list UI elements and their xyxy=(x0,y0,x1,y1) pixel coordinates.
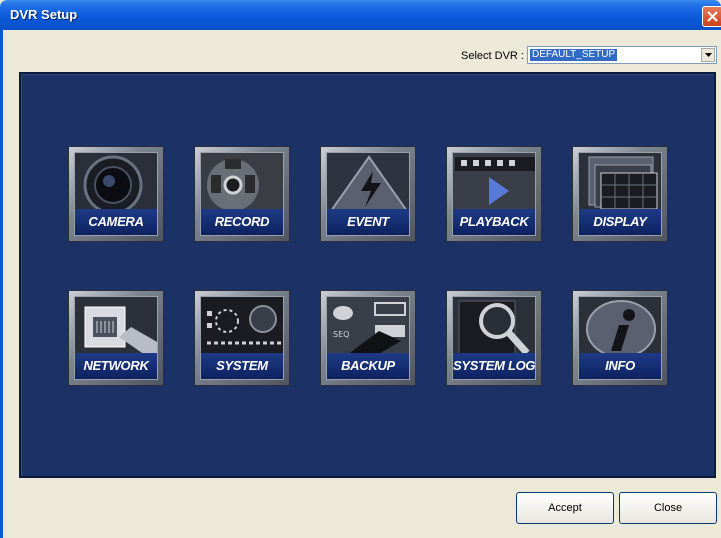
warning-bolt-icon xyxy=(327,153,409,211)
menu-tile-record[interactable]: RECORD xyxy=(194,146,290,242)
monitor-grid-icon xyxy=(579,153,661,211)
ethernet-plug-icon xyxy=(75,297,157,355)
menu-tile-label: INFO xyxy=(579,353,661,379)
window-title: DVR Setup xyxy=(10,7,78,22)
menu-tile-label: NETWORK xyxy=(75,353,157,379)
usb-drive-icon: SEQ xyxy=(327,297,409,355)
menu-tile-label: BACKUP xyxy=(327,353,409,379)
menu-tile-label: EVENT xyxy=(327,209,409,235)
menu-panel xyxy=(19,72,716,478)
chevron-down-icon xyxy=(705,53,712,57)
menu-tile-network[interactable]: NETWORK xyxy=(68,290,164,386)
menu-tile-system-log[interactable]: SYSTEM LOG xyxy=(446,290,542,386)
title-bar[interactable]: DVR Setup xyxy=(0,0,721,30)
window-close-button[interactable] xyxy=(702,6,721,27)
menu-tile-label: CAMERA xyxy=(75,209,157,235)
menu-tile-system[interactable]: SYSTEM xyxy=(194,290,290,386)
select-dvr-value: DEFAULT_SETUP xyxy=(530,49,618,61)
magnifier-icon xyxy=(453,297,535,355)
menu-tile-camera[interactable]: CAMERA xyxy=(68,146,164,242)
menu-tile-playback[interactable]: PLAYBACK xyxy=(446,146,542,242)
accept-button[interactable]: Accept xyxy=(516,492,614,524)
select-dvr-label: Select DVR : xyxy=(461,50,524,62)
menu-tile-info[interactable]: INFO xyxy=(572,290,668,386)
menu-tile-label: DISPLAY xyxy=(579,209,661,235)
dvr-panel-icon xyxy=(201,297,283,355)
dropdown-arrow-button[interactable] xyxy=(701,48,715,62)
close-button[interactable]: Close xyxy=(619,492,717,524)
info-icon xyxy=(579,297,661,355)
svg-text:SEQ: SEQ xyxy=(333,330,349,339)
menu-tile-label: RECORD xyxy=(201,209,283,235)
camera-lens-icon xyxy=(75,153,157,211)
play-film-icon xyxy=(453,153,535,211)
film-reel-icon xyxy=(201,153,283,211)
menu-tile-display[interactable]: DISPLAY xyxy=(572,146,668,242)
menu-tile-label: SYSTEM xyxy=(201,353,283,379)
close-icon xyxy=(707,11,718,22)
menu-tile-label: SYSTEM LOG xyxy=(453,353,535,379)
menu-tile-event[interactable]: EVENT xyxy=(320,146,416,242)
select-dvr-dropdown[interactable]: DEFAULT_SETUP xyxy=(527,46,717,64)
menu-tile-backup[interactable]: SEQ BACKUP xyxy=(320,290,416,386)
menu-tile-label: PLAYBACK xyxy=(453,209,535,235)
